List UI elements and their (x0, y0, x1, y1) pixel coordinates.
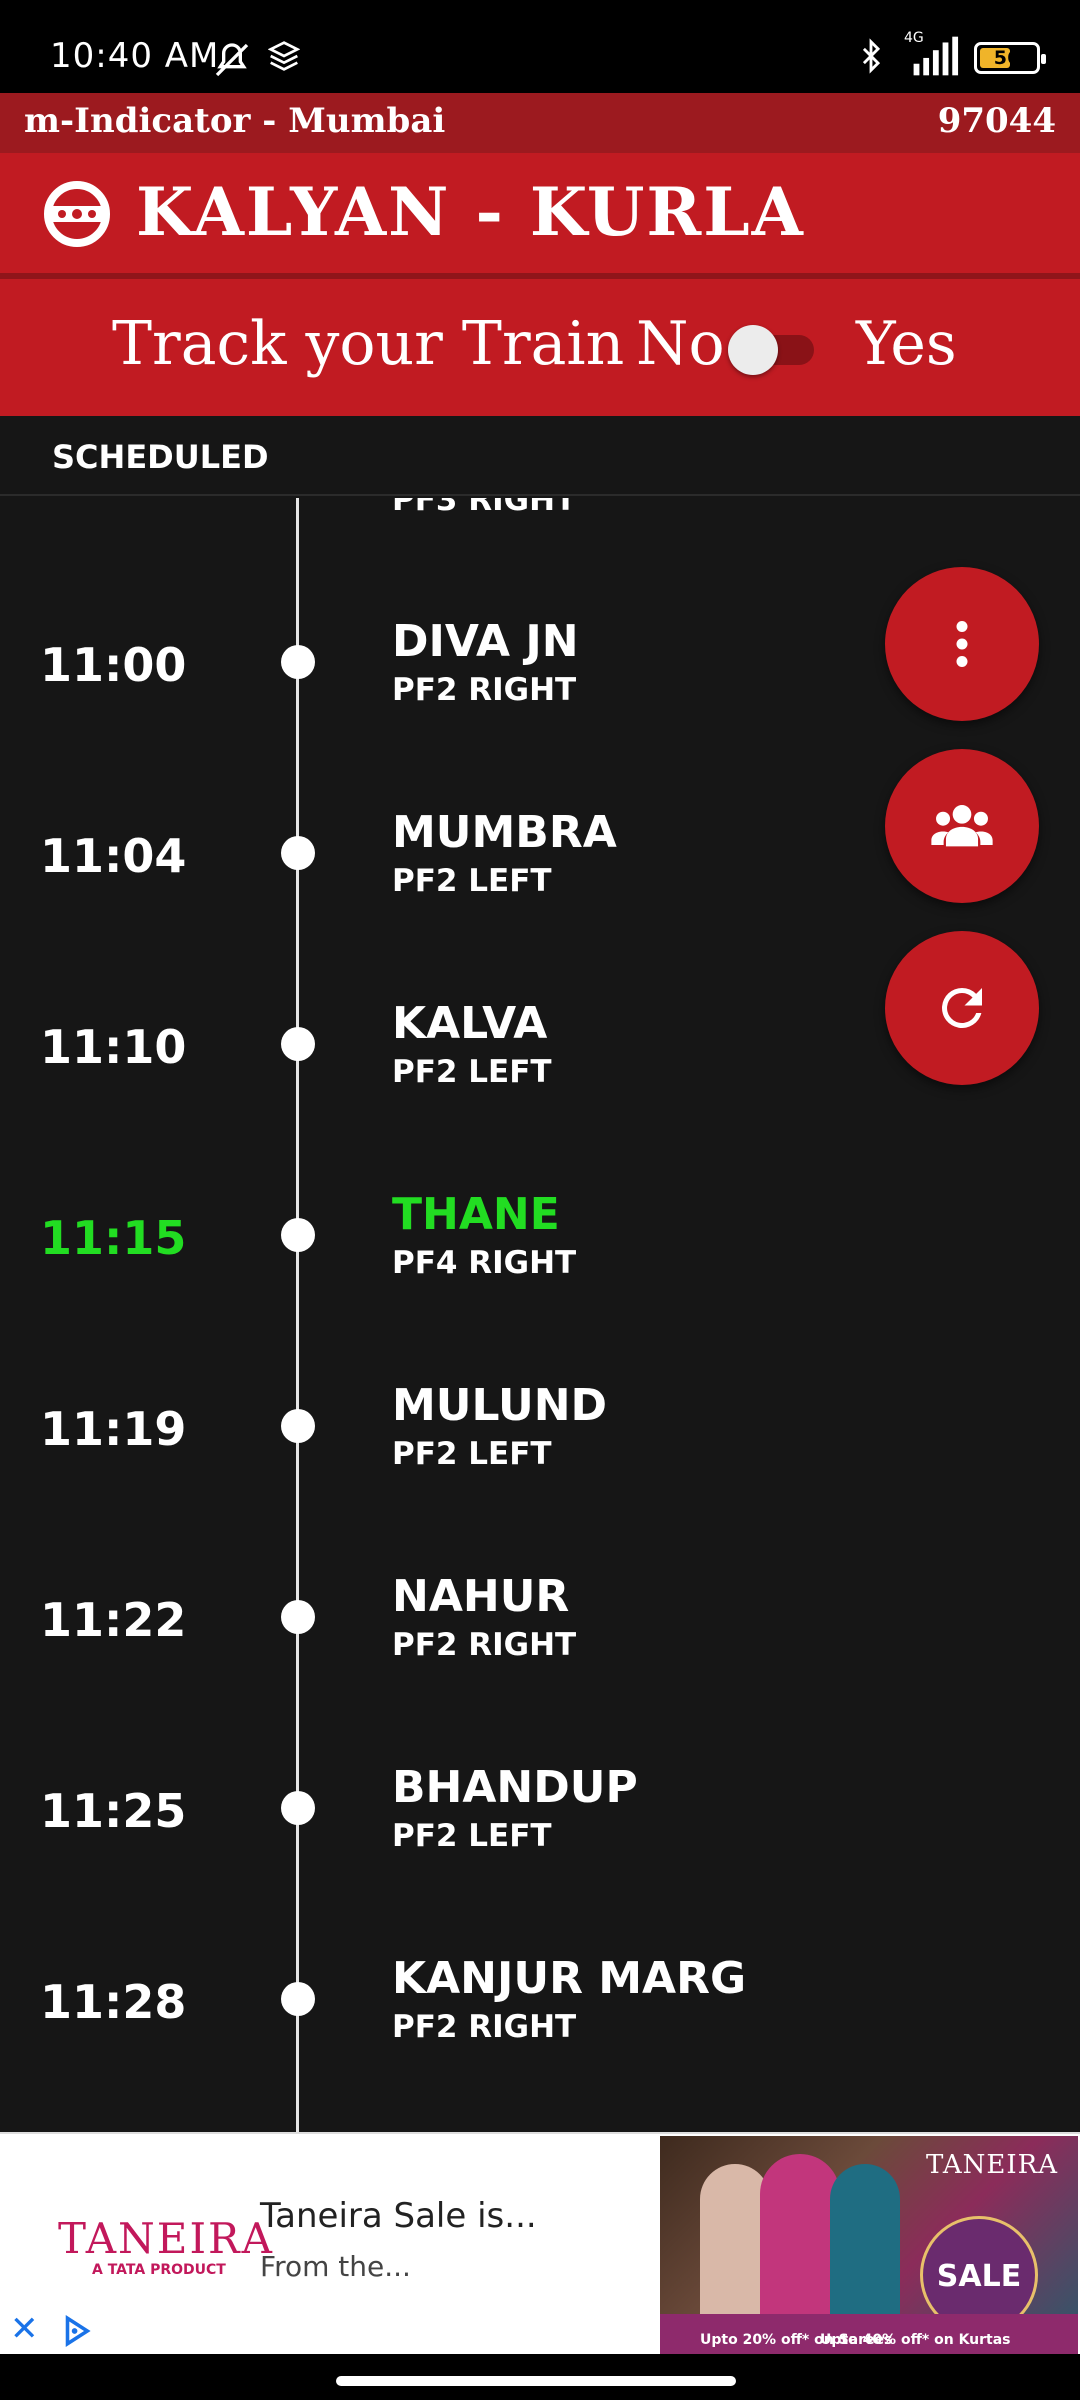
stop-name: THANE (392, 1189, 560, 1240)
battery-percent: 56 (993, 47, 1021, 69)
stop-time: 11:19 (40, 1402, 187, 1456)
stop-platform: PF2 LEFT (392, 863, 552, 899)
refresh-icon (942, 988, 982, 1028)
stop-timeline[interactable]: PF3 RIGHT 11:00 DIVA JN PF2 RIGHT 11:04 MUMB… (0, 498, 1080, 2132)
track-toggle[interactable] (728, 325, 814, 375)
stop-name: DIVA JN (392, 616, 579, 667)
stop-platform: PF2 RIGHT (392, 672, 577, 708)
home-handle[interactable] (336, 2376, 736, 2386)
stop-dot (281, 1218, 315, 1252)
navigation-bar (0, 2354, 1080, 2400)
group-button[interactable] (885, 749, 1039, 903)
stop-time: 11:04 (40, 829, 187, 883)
refresh-button[interactable] (885, 931, 1039, 1085)
ad-close-icon[interactable]: ✕ (10, 2312, 39, 2346)
ad-brand-sub: A TATA PRODUCT (92, 2262, 226, 2278)
previous-stop-platform: PF3 RIGHT (392, 498, 577, 518)
battery-icon: 56 (974, 42, 1046, 74)
route-title: KALYAN - KURLA (136, 173, 805, 251)
stop-row[interactable]: 11:19 MULUND PF2 LEFT (0, 1372, 1080, 1492)
stop-time: 11:10 (40, 1020, 187, 1074)
group-icon (931, 805, 993, 847)
track-label: Track your Train (112, 309, 625, 379)
stop-dot (281, 1409, 315, 1443)
ad-choices-icon[interactable] (56, 2314, 96, 2348)
network-type: 4G (904, 30, 924, 46)
stop-dot (281, 1600, 315, 1634)
stop-name: KALVA (392, 998, 548, 1049)
ad-image[interactable]: TANEIRA SALE Upto 20% off* on Sarees Upt… (660, 2136, 1078, 2354)
stop-name: NAHUR (392, 1571, 570, 1622)
route-header: KALYAN - KURLA (0, 153, 1080, 273)
stop-dot (281, 645, 315, 679)
stop-platform: PF2 RIGHT (392, 2009, 577, 2045)
stop-dot (281, 1027, 315, 1061)
stop-name: MUMBRA (392, 807, 617, 858)
ad-figure (830, 2164, 900, 2314)
stop-row[interactable]: 11:25 BHANDUP PF2 LEFT (0, 1754, 1080, 1874)
ad-figure (760, 2154, 840, 2314)
bluetooth-icon (854, 36, 888, 80)
stop-time: 11:28 (40, 1975, 187, 2029)
stop-row[interactable]: 11:28 KANJUR MARG PF2 RIGHT (0, 1945, 1080, 2065)
app-counter: 97044 (937, 101, 1056, 141)
timeline-line (296, 498, 299, 2132)
ad-image-brand: TANEIRA (925, 2150, 1058, 2180)
toggle-thumb[interactable] (728, 325, 778, 375)
toggle-no-label: No (636, 309, 725, 379)
stop-platform: PF2 LEFT (392, 1818, 552, 1854)
ad-title[interactable]: Taneira Sale is... (260, 2196, 537, 2236)
signal-icon: 4G (902, 30, 960, 80)
ad-sale-text: SALE (936, 2259, 1022, 2294)
stop-time: 11:25 (40, 1784, 187, 1838)
status-bar: 10:40 AM 4G 56 (0, 0, 1080, 93)
rail-logo-icon (44, 181, 110, 247)
ad-brand-logo: TANEIRA (58, 2214, 275, 2263)
stop-platform: PF4 RIGHT (392, 1245, 577, 1281)
stop-platform: PF2 RIGHT (392, 1627, 577, 1663)
stop-name: MULUND (392, 1380, 608, 1431)
more-options-button[interactable] (885, 567, 1039, 721)
ad-description: From the... (260, 2250, 411, 2283)
stop-time: 11:15 (40, 1211, 187, 1265)
stop-row[interactable]: 11:15 THANE PF4 RIGHT (0, 1181, 1080, 1301)
layers-icon (267, 40, 301, 76)
more-vert-icon (956, 621, 968, 667)
ad-banner[interactable]: TANEIRA A TATA PRODUCT Taneira Sale is..… (0, 2132, 1080, 2354)
scheduled-label: SCHEDULED (52, 438, 269, 476)
stop-name: BHANDUP (392, 1762, 638, 1813)
stop-platform: PF2 LEFT (392, 1436, 552, 1472)
status-time: 10:40 AM (50, 36, 220, 76)
ad-offer-kurtas: Upto 40% off* on Kurtas (820, 2332, 1011, 2348)
stop-platform: PF2 LEFT (392, 1054, 552, 1090)
stop-row[interactable]: 11:22 NAHUR PF2 RIGHT (0, 1563, 1080, 1683)
app-name: m-Indicator - Mumbai (24, 101, 446, 141)
scheduled-header: SCHEDULED (0, 416, 1080, 496)
stop-dot (281, 1982, 315, 2016)
mute-icon (212, 40, 252, 84)
track-train-bar: Track your Train No Yes (0, 279, 1080, 416)
stop-dot (281, 836, 315, 870)
stop-name: KANJUR MARG (392, 1953, 747, 2004)
stop-dot (281, 1791, 315, 1825)
stop-time: 11:00 (40, 638, 187, 692)
toggle-yes-label: Yes (856, 309, 957, 379)
app-bar: m-Indicator - Mumbai 97044 (0, 93, 1080, 153)
stop-time: 11:22 (40, 1593, 187, 1647)
